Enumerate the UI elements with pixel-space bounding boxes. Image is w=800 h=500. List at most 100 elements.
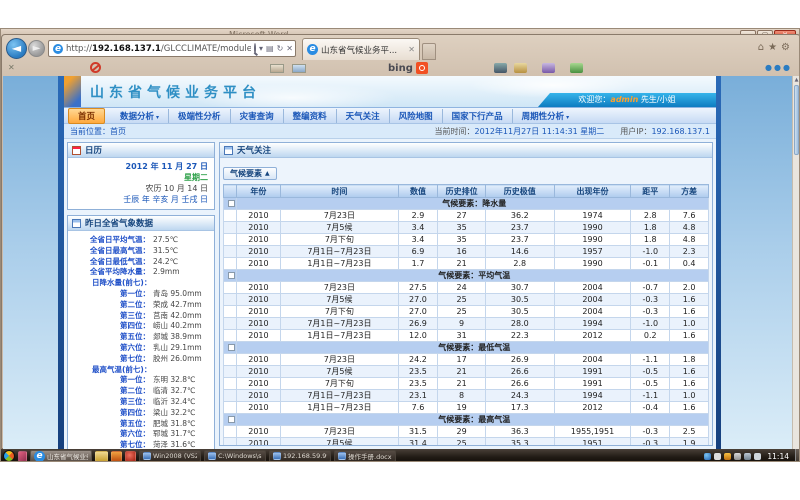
taskbar-window-icon <box>143 452 151 460</box>
refresh-icon[interactable]: ↻ <box>277 44 284 53</box>
nav-item-0[interactable]: 首页 <box>68 108 105 124</box>
table-row[interactable]: 20107月下旬27.02530.52004-0.31.6 <box>224 306 709 318</box>
table-row[interactable]: 20107月5候3.43523.719901.84.8 <box>224 222 709 234</box>
checkbox[interactable] <box>228 416 235 423</box>
table-row[interactable]: 20107月1日~7月23日23.1824.31994-1.11.0 <box>224 390 709 402</box>
search-icon[interactable] <box>254 44 256 53</box>
checkbox[interactable] <box>228 272 235 279</box>
table-row[interactable]: 20107月1日~7月23日26.9928.01994-1.01.0 <box>224 318 709 330</box>
pinned-app-icon[interactable] <box>111 451 122 462</box>
table-row[interactable]: 20107月23日27.52430.72004-0.72.0 <box>224 282 709 294</box>
taskbar-window-button-1[interactable]: C:\Windows\s... <box>204 450 266 462</box>
settings-gear-icon[interactable]: ⚙ <box>781 42 794 53</box>
table-row[interactable]: 20107月下旬3.43523.719901.84.8 <box>224 234 709 246</box>
toolbar-close-icon[interactable]: ✕ <box>8 63 15 72</box>
more-options-icon[interactable]: ●●● <box>765 63 792 72</box>
nav-item-3[interactable]: 灾害查询 <box>231 109 284 123</box>
forward-button[interactable]: ► <box>28 40 45 57</box>
bing-search-widget[interactable]: bing <box>388 62 428 74</box>
table-cell: 1.6 <box>670 306 709 318</box>
table-row[interactable]: 20101月1日~7月23日12.03122.320120.21.6 <box>224 330 709 342</box>
taskbar-window-button-0[interactable]: Win2008 (VS2... <box>139 450 201 462</box>
ie-icon: e <box>34 451 45 462</box>
volume-icon[interactable] <box>754 453 761 460</box>
show-desktop-button[interactable] <box>795 449 799 462</box>
taskbar-ie-button[interactable]: e 山东省气候业务平... <box>30 450 92 462</box>
start-button[interactable] <box>1 448 18 462</box>
tray-icon[interactable] <box>724 453 731 460</box>
weather-stat-row: 全省日最高气温：31.5℃ <box>70 246 212 257</box>
nav-item-2[interactable]: 极端性分析 <box>169 109 231 123</box>
address-bar[interactable]: e http://192.168.137.1/GLCCLIMATE/module… <box>48 40 296 57</box>
nav-item-6[interactable]: 风险地图 <box>390 109 443 123</box>
message-icon[interactable] <box>292 64 306 73</box>
explorer-folder-icon[interactable] <box>95 451 108 462</box>
table-cell: 7月23日 <box>281 354 398 366</box>
calendar-panel: 日历 2012 年 11 月 27 日星期二农历 10 月 14 日壬辰 年 辛… <box>67 142 215 210</box>
weather-label: 第五位： <box>70 419 150 430</box>
back-button[interactable]: ◄ <box>6 38 27 59</box>
camera-icon[interactable] <box>494 63 507 73</box>
checkbox[interactable] <box>228 200 235 207</box>
table-row[interactable]: 20107月23日31.52936.31955,1951-0.32.5 <box>224 426 709 438</box>
table-row[interactable]: 20107月23日24.21726.92004-1.11.8 <box>224 354 709 366</box>
vertical-scrollbar[interactable]: ▲ <box>792 76 800 449</box>
table-row[interactable]: 20107月1日~7月23日6.91614.61957-1.02.3 <box>224 246 709 258</box>
stop-icon[interactable]: ✕ <box>286 44 293 53</box>
table-row[interactable]: 20101月1日~7月23日7.61917.32012-0.41.6 <box>224 402 709 414</box>
nav-item-7[interactable]: 国家下行产品 <box>443 109 513 123</box>
checkbox[interactable] <box>228 344 235 351</box>
tray-icon[interactable] <box>704 453 711 460</box>
browser-tab[interactable]: e 山东省气候业务平... ✕ <box>302 38 420 60</box>
table-cell: 19 <box>438 402 486 414</box>
people-icon[interactable] <box>570 63 583 73</box>
group-label-cell: 气候要素：平均气温 <box>236 270 708 282</box>
table-row[interactable]: 20107月23日2.92736.219742.87.6 <box>224 210 709 222</box>
chevron-down-icon: ▾ <box>566 114 569 121</box>
table-cell: 1.6 <box>670 402 709 414</box>
table-cell: 7月1日~7月23日 <box>281 246 398 258</box>
url-text[interactable]: http://192.168.137.1/GLCCLIMATE/modules/… <box>66 44 251 54</box>
address-dropdown-icon[interactable]: ▾ <box>259 44 263 53</box>
group-header-row: 气候要素：平均气温 <box>224 270 709 282</box>
new-tab-button[interactable] <box>422 43 436 60</box>
scrollbar-thumb[interactable] <box>794 85 799 155</box>
favorites-star-icon[interactable]: ★ <box>768 42 781 53</box>
nav-item-4[interactable]: 整编资料 <box>284 109 337 123</box>
nav-item-5[interactable]: 天气关注 <box>337 109 390 123</box>
bing-search-icon[interactable] <box>416 62 428 74</box>
table-cell: 21 <box>438 378 486 390</box>
home-icon[interactable]: ⌂ <box>758 42 768 53</box>
table-row[interactable]: 20101月1日~7月23日1.7212.81990-0.10.4 <box>224 258 709 270</box>
pinned-app-icon[interactable] <box>18 451 27 462</box>
taskbar-window-button-2[interactable]: 192.168.59.99... <box>269 450 331 462</box>
tray-icon[interactable] <box>714 453 721 460</box>
tab-close-icon[interactable]: ✕ <box>408 45 415 54</box>
climate-element-button[interactable]: 气候要素▲ <box>223 167 277 180</box>
row-indent-cell <box>224 438 237 446</box>
table-row[interactable]: 20107月下旬23.52126.61991-0.51.6 <box>224 378 709 390</box>
nav-item-8[interactable]: 周期性分析▾ <box>513 109 579 123</box>
nav-item-1[interactable]: 数据分析▾ <box>111 109 169 123</box>
weather-value: 青岛 95.0mm <box>150 289 202 300</box>
card-icon[interactable] <box>514 63 527 73</box>
weather-rank-row: 第二位：临清 32.7℃ <box>70 386 212 397</box>
compatibility-view-icon[interactable]: ▤ <box>266 44 274 53</box>
table-row[interactable]: 20107月5候31.42535.31951-0.31.9 <box>224 438 709 446</box>
blocked-content-icon[interactable] <box>90 62 101 73</box>
taskbar-clock[interactable]: 11:14 <box>767 452 789 461</box>
table-cell: 23.5 <box>398 366 438 378</box>
scroll-up-icon[interactable]: ▲ <box>793 76 800 84</box>
weather-label: 第四位： <box>70 408 150 419</box>
table-row[interactable]: 20107月5候27.02530.52004-0.31.6 <box>224 294 709 306</box>
table-cell: 2012 <box>554 330 631 342</box>
taskbar-window-button-3[interactable]: 操作手册.docx ... <box>334 450 396 462</box>
mail-icon[interactable] <box>270 64 284 73</box>
network-icon[interactable] <box>744 453 751 460</box>
action-center-flag-icon[interactable] <box>734 453 741 460</box>
share-icon[interactable] <box>542 63 555 73</box>
sidebar: 日历 2012 年 11 月 27 日星期二农历 10 月 14 日壬辰 年 辛… <box>67 142 215 446</box>
weather-label: 第一位： <box>70 375 150 386</box>
table-row[interactable]: 20107月5候23.52126.61991-0.51.6 <box>224 366 709 378</box>
pinned-app-icon[interactable] <box>125 451 136 462</box>
